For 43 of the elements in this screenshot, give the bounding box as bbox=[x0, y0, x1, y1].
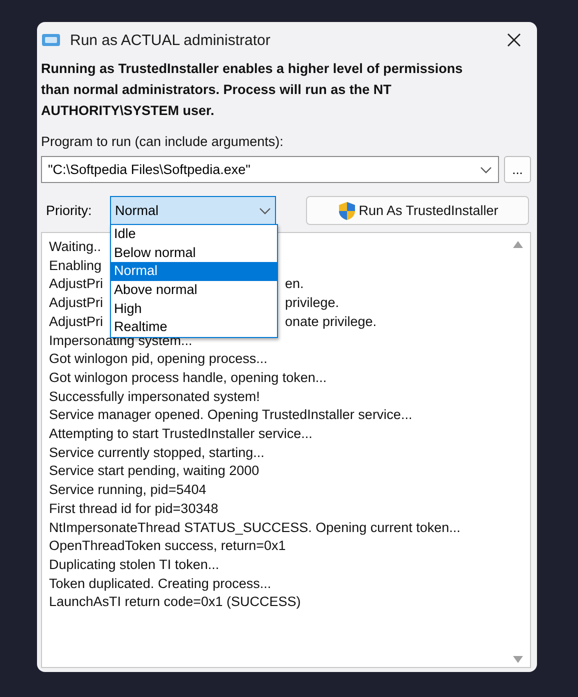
log-line: Service running, pid=5404 bbox=[49, 481, 206, 500]
log-line: AdjustPri bbox=[49, 276, 104, 292]
priority-dropdown[interactable]: Normal bbox=[110, 196, 276, 225]
chevron-icon[interactable] bbox=[480, 166, 492, 174]
log-line: Duplicating stolen TI token... bbox=[49, 556, 220, 574]
priority-option[interactable]: High bbox=[111, 300, 277, 318]
scroll-down-icon[interactable] bbox=[513, 656, 523, 663]
chevron-icon[interactable] bbox=[259, 206, 271, 214]
log-line: AdjustPri bbox=[49, 314, 104, 329]
log-line: Service manager opened. Opening TrustedInstaller service... bbox=[49, 406, 412, 424]
scroll-up-icon[interactable] bbox=[513, 241, 523, 248]
log-line: Got winlogon pid, opening process... bbox=[49, 350, 268, 368]
priority-option[interactable]: Realtime bbox=[111, 318, 277, 338]
program-label: Program to run (can include arguments): bbox=[41, 134, 284, 149]
log-line: Waiting.. bbox=[49, 238, 102, 256]
log-line: Got winlogon process handle, opening token... bbox=[49, 368, 327, 387]
log-line: AdjustPri bbox=[49, 295, 104, 310]
log-line: NtImpersonateThread STATUS_SUCCESS. Opening current token... bbox=[49, 518, 460, 537]
log-line: Token duplicated. Creating process... bbox=[49, 574, 272, 593]
priority-option[interactable]: Below normal bbox=[111, 244, 277, 262]
log-line: First thread id for pid=30348 bbox=[49, 500, 218, 518]
shield-icon bbox=[336, 200, 357, 220]
log-line-end: en. bbox=[285, 275, 304, 294]
browse-button[interactable]: ... bbox=[504, 156, 531, 183]
log-line: Service currently stopped, starting... bbox=[49, 444, 264, 462]
program-combobox[interactable]: "C:\Softpedia Files\Softpedia.exe" bbox=[41, 156, 499, 183]
log-line: Enabling bbox=[49, 256, 102, 275]
description-text: Running as TrustedInstaller enables a higher level of permissions than normal administrators. Process will run as the NT AUTHORITY\SYSTEM user. bbox=[41, 60, 464, 120]
log-line: Service start pending, waiting 2000 bbox=[49, 462, 260, 480]
run-button[interactable]: Run As TrustedInstaller bbox=[306, 196, 529, 225]
log-line: LaunchAsTI return code=0x1 (SUCCESS) bbox=[49, 593, 301, 612]
log-line-end: privilege. bbox=[285, 294, 340, 312]
priority-option[interactable]: Above normal bbox=[111, 281, 277, 300]
priority-option[interactable]: Normal bbox=[111, 262, 277, 282]
log-line-end: onate privilege. bbox=[285, 312, 377, 331]
app-icon bbox=[41, 32, 61, 48]
close-icon bbox=[506, 32, 522, 48]
log-line: Attempting to start TrustedInstaller service... bbox=[49, 425, 312, 444]
priority-option[interactable]: Idle bbox=[111, 225, 277, 244]
log-line: OpenThreadToken success, return=0x1 bbox=[49, 537, 286, 556]
window-title: Run as ACTUAL administrator bbox=[70, 32, 272, 48]
priority-label: Priority: bbox=[45, 203, 93, 218]
log-line: Successfully impersonated system! bbox=[49, 388, 260, 406]
